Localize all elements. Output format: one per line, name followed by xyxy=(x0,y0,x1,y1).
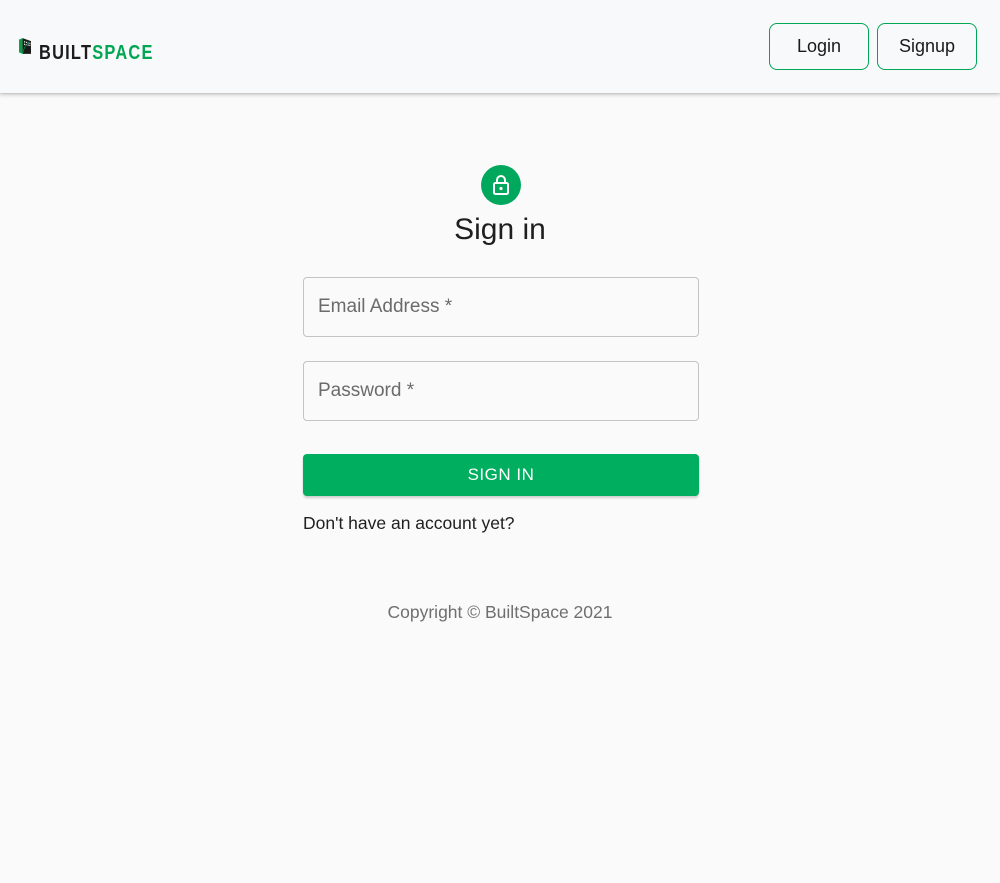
signup-prompt-link[interactable]: Don't have an account yet? xyxy=(303,513,515,534)
top-navbar: BUILTSPACE Login Signup xyxy=(0,0,1000,93)
brand-name: BUILTSPACE xyxy=(39,42,154,65)
brand-name-part1: BUILT xyxy=(39,41,93,64)
building-logo-icon xyxy=(19,38,32,54)
lock-avatar xyxy=(481,165,521,205)
login-button[interactable]: Login xyxy=(769,23,869,70)
copyright-text: Copyright © BuiltSpace 2021 xyxy=(387,602,613,622)
sign-in-button[interactable]: SIGN IN xyxy=(303,454,699,496)
password-field[interactable] xyxy=(303,361,699,421)
brand-logo[interactable]: BUILTSPACE xyxy=(19,15,179,77)
brand-name-part2: SPACE xyxy=(92,41,154,64)
lock-icon xyxy=(493,175,509,195)
email-input[interactable] xyxy=(304,278,698,336)
page-title: Sign in xyxy=(454,213,546,246)
password-input[interactable] xyxy=(304,362,698,420)
email-field[interactable] xyxy=(303,277,699,337)
signup-button[interactable]: Signup xyxy=(877,23,977,70)
